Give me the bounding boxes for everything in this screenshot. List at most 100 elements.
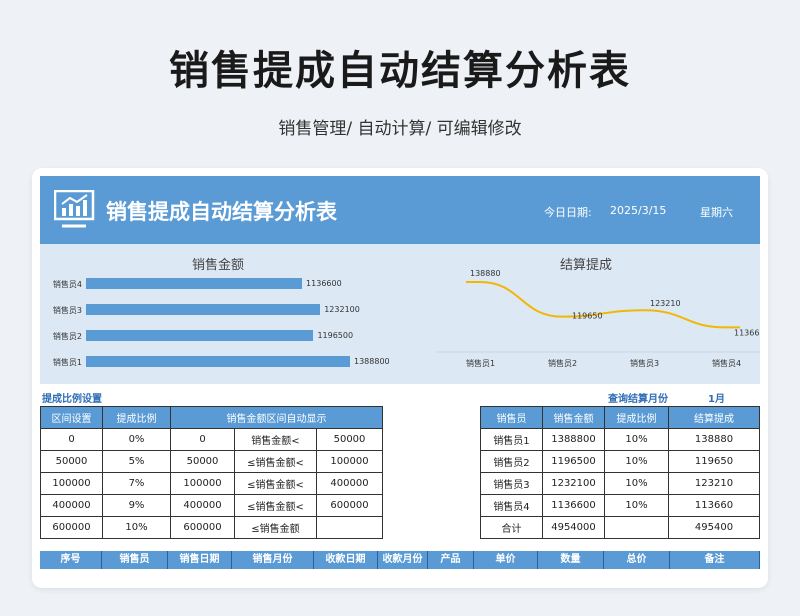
summary-cell: 1232100 — [542, 472, 605, 495]
rate-cell[interactable]: 600000 — [316, 494, 383, 517]
rate-cell[interactable]: 0% — [102, 428, 171, 451]
query-month-label: 查询结算月份 — [608, 394, 668, 405]
line-category-label: 销售员3 — [630, 358, 659, 368]
summary-header-name: 销售员 — [480, 406, 543, 429]
query-month-value[interactable]: 1月 — [708, 390, 725, 405]
date-label: 今日日期: — [544, 206, 592, 219]
rate-row: 0 0% 0 销售金额< 50000 — [40, 428, 383, 451]
summary-table: 销售员 销售金额 提成比例 结算提成 销售员1 1388800 10% 138880 销… — [480, 406, 760, 539]
line-value-label: 119650 — [572, 312, 603, 321]
detail-header-cell: 销售日期 — [168, 551, 232, 569]
rate-cell[interactable]: 400000 — [316, 472, 383, 495]
summary-cell: 4954000 — [542, 516, 605, 539]
detail-header-cell: 收款日期 — [314, 551, 378, 569]
summary-row: 销售员4 1136600 10% 113660 — [480, 494, 760, 517]
summary-cell: 10% — [604, 472, 669, 495]
summary-cell: 合计 — [480, 516, 543, 539]
rate-cell[interactable]: 0 — [170, 428, 235, 451]
rate-cell[interactable]: 销售金额< — [234, 428, 317, 451]
weekday: 星期六 — [700, 206, 733, 219]
rate-cell[interactable]: 50000 — [316, 428, 383, 451]
summary-row: 销售员1 1388800 10% 138880 — [480, 428, 760, 451]
line-value-label: 138880 — [470, 269, 501, 278]
summary-cell: 销售员4 — [480, 494, 543, 517]
rate-cell[interactable]: 100000 — [170, 472, 235, 495]
rate-cell[interactable] — [316, 516, 383, 539]
summary-row: 合计 4954000 495400 — [480, 516, 760, 539]
summary-cell: 1388800 — [542, 428, 605, 451]
line-category-label: 销售员4 — [712, 358, 741, 368]
rate-table-header: 区间设置 提成比例 销售金额区间自动显示 — [40, 406, 383, 429]
line-category-label: 销售员1 — [466, 358, 495, 368]
detail-header-cell: 数量 — [538, 551, 604, 569]
summary-header-ratio: 提成比例 — [604, 406, 669, 429]
report-card: 销售提成自动结算分析表 今日日期: 2025/3/15 星期六 销售金额 结算提… — [32, 168, 768, 588]
line-value-label: 113660 — [734, 328, 760, 337]
summary-cell: 1136600 — [542, 494, 605, 517]
summary-cell: 1196500 — [542, 450, 605, 473]
rate-header-auto: 销售金额区间自动显示 — [170, 406, 383, 429]
banner-title: 销售提成自动结算分析表 — [106, 200, 337, 224]
rate-cell[interactable]: ≤销售金额< — [234, 450, 317, 473]
summary-cell: 495400 — [668, 516, 760, 539]
rate-section-label: 提成比例设置 — [42, 394, 102, 405]
rate-cell[interactable]: 10% — [102, 516, 171, 539]
line-category-label: 销售员2 — [548, 358, 577, 368]
detail-header-cell: 序号 — [40, 551, 102, 569]
summary-cell: 123210 — [668, 472, 760, 495]
page-subtitle: 销售管理/ 自动计算/ 可编辑修改 — [278, 119, 522, 139]
rate-cell[interactable]: 100000 — [40, 472, 103, 495]
line-chart: 138880 销售员1 119650 销售员2 123210 销售员3 113660 销售员4 — [436, 269, 760, 368]
summary-table-header: 销售员 销售金额 提成比例 结算提成 — [480, 406, 760, 429]
rate-header-ratio: 提成比例 — [102, 406, 171, 429]
rate-table: 区间设置 提成比例 销售金额区间自动显示 0 0% 0 销售金额< 50000 50000… — [40, 406, 383, 539]
summary-cell: 销售员2 — [480, 450, 543, 473]
rate-cell[interactable]: 7% — [102, 472, 171, 495]
rate-cell[interactable]: 600000 — [170, 516, 235, 539]
charts-panel: 销售金额 结算提成 销售员4 1136600 销售员3 1232100 销售员2 1196… — [40, 244, 760, 384]
summary-header-amount: 销售金额 — [542, 406, 605, 429]
rate-row: 400000 9% 400000 ≤销售金额< 600000 — [40, 494, 383, 517]
rate-cell[interactable]: 100000 — [316, 450, 383, 473]
rate-row: 100000 7% 100000 ≤销售金额< 400000 — [40, 472, 383, 495]
rate-row: 50000 5% 50000 ≤销售金额< 100000 — [40, 450, 383, 473]
rate-cell[interactable]: 50000 — [40, 450, 103, 473]
detail-header-cell: 产品 — [428, 551, 474, 569]
rate-cell[interactable]: ≤销售金额< — [234, 472, 317, 495]
summary-header-commission: 结算提成 — [668, 406, 760, 429]
summary-row: 销售员2 1196500 10% 119650 — [480, 450, 760, 473]
summary-cell: 10% — [604, 494, 669, 517]
line-series — [466, 281, 740, 329]
rate-cell[interactable]: 5% — [102, 450, 171, 473]
summary-row: 销售员3 1232100 10% 123210 — [480, 472, 760, 495]
line-value-label: 123210 — [650, 299, 681, 308]
summary-cell: 138880 — [668, 428, 760, 451]
detail-header-cell: 销售员 — [102, 551, 168, 569]
summary-cell: 10% — [604, 450, 669, 473]
rate-cell[interactable]: ≤销售金额< — [234, 494, 317, 517]
summary-cell: 销售员1 — [480, 428, 543, 451]
rate-cell[interactable]: 600000 — [40, 516, 103, 539]
detail-header-cell: 单价 — [474, 551, 538, 569]
rate-cell[interactable]: 0 — [40, 428, 103, 451]
rate-cell[interactable]: ≤销售金额 — [234, 516, 317, 539]
detail-header-cell: 收款月份 — [378, 551, 428, 569]
rate-row: 600000 10% 600000 ≤销售金额 — [40, 516, 383, 539]
summary-cell: 销售员3 — [480, 472, 543, 495]
rate-cell[interactable]: 400000 — [40, 494, 103, 517]
summary-cell: 119650 — [668, 450, 760, 473]
summary-cell: 10% — [604, 428, 669, 451]
bar-chart-icon — [53, 189, 96, 234]
rate-cell[interactable]: 9% — [102, 494, 171, 517]
rate-cell[interactable]: 400000 — [170, 494, 235, 517]
rate-cell[interactable]: 50000 — [170, 450, 235, 473]
page-title: 销售提成自动结算分析表 — [169, 48, 631, 94]
detail-header-cell: 备注 — [670, 551, 760, 569]
summary-cell: 113660 — [668, 494, 760, 517]
rate-header-range: 区间设置 — [40, 406, 103, 429]
header-banner: 销售提成自动结算分析表 今日日期: 2025/3/15 星期六 — [40, 176, 760, 244]
summary-cell — [604, 516, 669, 539]
detail-header-cell: 销售月份 — [232, 551, 314, 569]
detail-header-cell: 总价 — [604, 551, 670, 569]
detail-table-header: 序号 销售员 销售日期 销售月份 收款日期 收款月份 产品 单价 数量 总价 备注 — [40, 551, 760, 569]
